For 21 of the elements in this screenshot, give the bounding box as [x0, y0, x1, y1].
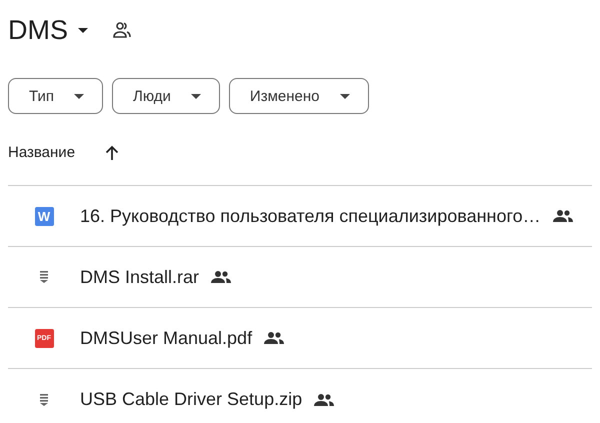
archive-icon	[40, 271, 48, 283]
file-row[interactable]: USB Cable Driver Setup.zip	[8, 369, 592, 423]
filter-dropdown[interactable]: Люди	[112, 78, 220, 114]
caret-icon	[340, 94, 350, 98]
caret-icon	[78, 28, 88, 32]
file-row[interactable]: DMS Install.rar	[8, 247, 592, 308]
file-name: DMSUser Manual.pdf	[80, 328, 252, 348]
archive-icon	[40, 394, 48, 406]
filter-dropdown[interactable]: Изменено	[228, 78, 368, 114]
folder-title-button[interactable]: DMS	[8, 14, 88, 46]
shared-folder-icon[interactable]	[112, 21, 132, 39]
column-header[interactable]: Название	[8, 144, 76, 161]
file-name: DMS Install.rar	[80, 266, 200, 288]
file-name: 16. Руководство пользователя специализированного…	[80, 206, 541, 226]
caret-icon	[74, 94, 84, 98]
sort-ascending-icon[interactable]	[105, 144, 120, 160]
document-icon: W	[34, 206, 54, 226]
file-row[interactable]: W 16. Руководство пользователя специализированного…	[8, 186, 592, 247]
filter-dropdown[interactable]: Тип	[8, 78, 104, 114]
file-name: USB Cable Driver Setup.zip	[80, 389, 302, 410]
caret-icon	[190, 94, 201, 98]
